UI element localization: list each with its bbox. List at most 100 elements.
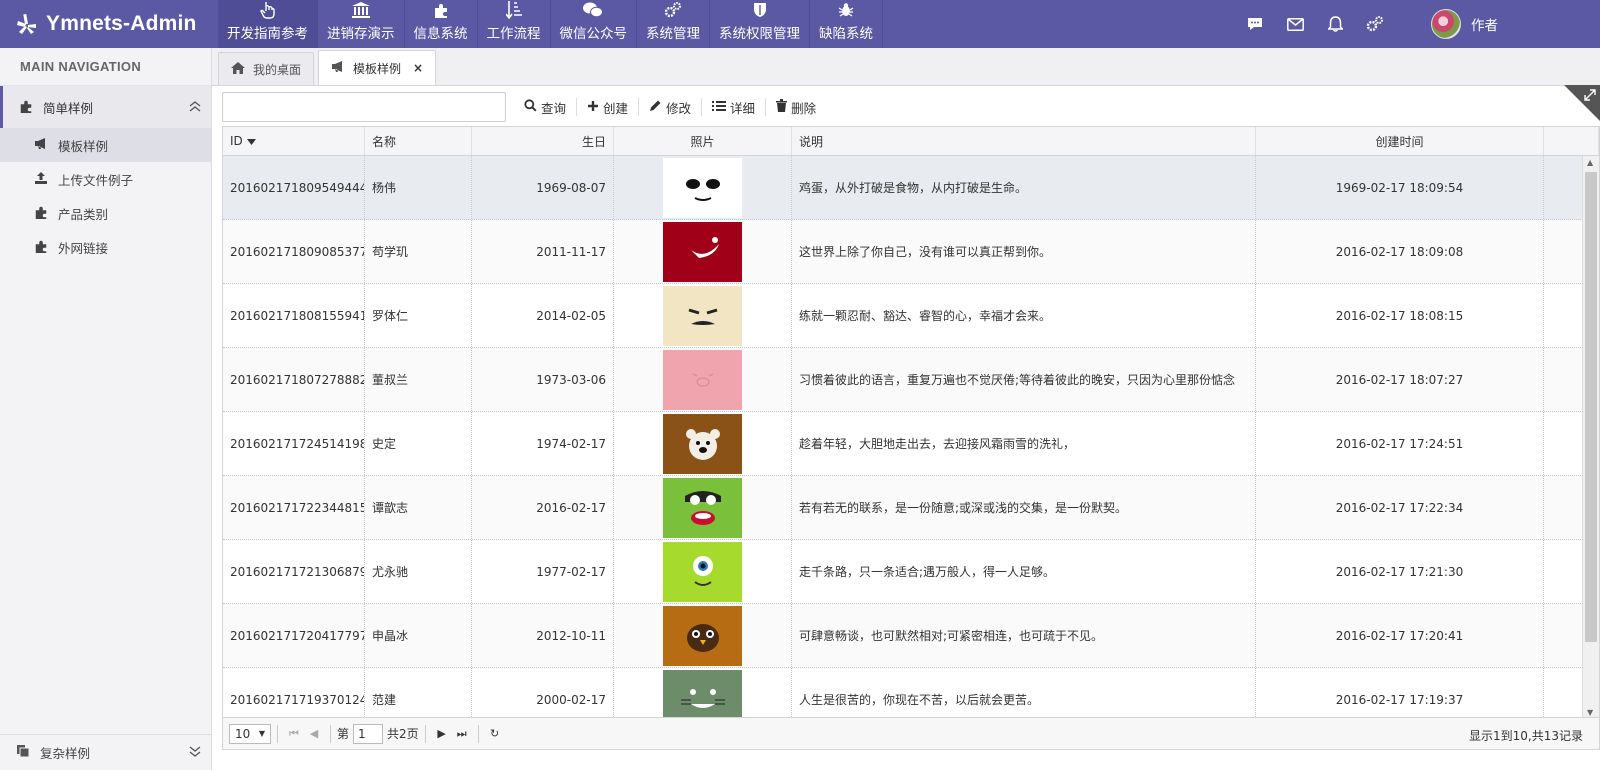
photo-thumbnail[interactable]	[663, 349, 742, 410]
refresh-icon[interactable]: ↻	[485, 727, 505, 740]
puzzle-icon	[19, 99, 33, 116]
topmenu-system-mgmt[interactable]: 系统管理	[637, 0, 710, 48]
column-header-filler	[1544, 127, 1599, 155]
cell-birthday: 1974-02-17	[472, 412, 614, 475]
user-menu[interactable]: 作者	[1431, 9, 1498, 39]
last-page-icon[interactable]: ⏭	[452, 727, 472, 741]
panda-face-icon	[686, 178, 720, 201]
chevron-double-down-icon[interactable]	[189, 746, 201, 761]
column-header-description[interactable]: 说明	[792, 127, 1256, 155]
column-header-id[interactable]: ID	[223, 127, 365, 155]
photo-thumbnail[interactable]	[663, 605, 742, 666]
cell-birthday: 1977-02-17	[472, 540, 614, 603]
divider	[277, 724, 278, 743]
table-row[interactable]: 20160217180815594166罗体仁2014-02-05 练就一颗忍耐、…	[223, 284, 1599, 348]
topmenu-info-system[interactable]: 信息系统	[405, 0, 478, 48]
expand-icon[interactable]	[1584, 89, 1596, 104]
divider	[477, 724, 479, 743]
cell-photo	[614, 604, 792, 667]
column-header-birthday[interactable]: 生日	[472, 127, 614, 155]
gears-icon[interactable]	[1355, 15, 1395, 33]
first-page-icon[interactable]: ⏮	[284, 727, 304, 741]
page-size-select[interactable]: 10 ▼	[229, 723, 271, 744]
cell-created: 2016-02-17 17:22:34	[1256, 476, 1544, 539]
sidebar-item-upload[interactable]: 上传文件例子	[0, 162, 211, 196]
cell-description: 练就一颗忍耐、豁达、睿智的心，幸福才会来。	[792, 284, 1256, 347]
topmenu-dev-guide[interactable]: 开发指南参考	[218, 0, 318, 48]
topmenu-inventory[interactable]: 进销存演示	[318, 0, 405, 48]
table-row[interactable]: 20160217180727888236董叔兰1973-03-06 习惯着彼此的语…	[223, 348, 1599, 412]
photo-thumbnail[interactable]	[663, 669, 742, 717]
table-row[interactable]: 20160217172130687960尤永驰1977-02-17 走千条路，只一…	[223, 540, 1599, 604]
table-row[interactable]: 20160217172451419827史定1974-02-17 趁着年轻，大胆地…	[223, 412, 1599, 476]
edit-button[interactable]: 修改	[639, 98, 703, 116]
bank-icon	[351, 0, 370, 20]
top-navbar: Ymnets-Admin 开发指南参考 进销存演示 信息系统 工作流程 微信公众…	[0, 0, 1600, 48]
cell-id: 20160217180908537731	[223, 220, 365, 283]
detail-button[interactable]: 详细	[702, 98, 767, 116]
search-input[interactable]	[222, 92, 506, 122]
scroll-down-icon[interactable]: ▼	[1587, 708, 1593, 717]
tab-template-sample[interactable]: 模板样例 ×	[318, 50, 437, 85]
table-row[interactable]: 20160217172041779783申晶冰2012-10-11 可肆意畅谈，也…	[223, 604, 1599, 668]
tab-my-desktop[interactable]: 我的桌面	[218, 52, 315, 85]
photo-thumbnail[interactable]	[663, 477, 742, 538]
column-header-photo[interactable]: 照片	[614, 127, 792, 155]
photo-thumbnail[interactable]	[663, 221, 742, 282]
toolbar-buttons: 查询 创建 修改 详细 删除	[514, 98, 826, 116]
column-header-name[interactable]: 名称	[365, 127, 472, 155]
brand[interactable]: Ymnets-Admin	[0, 0, 218, 48]
close-icon[interactable]: ×	[413, 61, 423, 75]
cell-id: 20160217172130687960	[223, 540, 365, 603]
next-page-icon[interactable]: ▶	[432, 727, 452, 740]
topmenu-workflow[interactable]: 工作流程	[478, 0, 551, 48]
cell-created: 2016-02-17 18:07:27	[1256, 348, 1544, 411]
delete-button[interactable]: 删除	[766, 98, 826, 116]
page-number-input[interactable]: 1	[353, 723, 384, 744]
page-prefix: 第	[337, 727, 350, 741]
pig-face-icon	[692, 373, 714, 386]
cell-birthday: 2012-10-11	[472, 604, 614, 667]
table-row[interactable]: 20160217180954944438杨伟1969-08-07 鸡蛋，从外打破是…	[223, 156, 1599, 220]
grid-body: 20160217180954944438杨伟1969-08-07 鸡蛋，从外打破是…	[223, 156, 1599, 717]
bell-icon[interactable]	[1315, 16, 1355, 32]
scroll-up-icon[interactable]: ▲	[1587, 158, 1593, 167]
cell-birthday: 2000-02-17	[472, 668, 614, 717]
avatar	[1431, 9, 1461, 39]
mustache-face-icon	[688, 308, 718, 325]
prev-page-icon[interactable]: ◀	[304, 727, 324, 740]
sidebar-group-simple[interactable]: 简单样例	[0, 86, 211, 128]
plus-icon	[587, 100, 599, 115]
sidebar-item-product-category[interactable]: 产品类别	[0, 196, 211, 230]
cell-description: 走千条路，只一条适合;遇万般人，得一人足够。	[792, 540, 1256, 603]
vertical-scrollbar[interactable]: ▲ ▼	[1582, 156, 1599, 717]
cell-id: 20160217180727888236	[223, 348, 365, 411]
table-row[interactable]: 20160217172234481570谭歆志2016-02-17 若有若无的联系…	[223, 476, 1599, 540]
column-header-created[interactable]: 创建时间	[1256, 127, 1544, 155]
topmenu-wechat[interactable]: 微信公众号	[551, 0, 637, 48]
megaphone-icon	[34, 137, 48, 153]
create-button[interactable]: 创建	[577, 98, 640, 116]
scrollbar-thumb[interactable]	[1585, 172, 1597, 642]
cell-photo	[614, 156, 792, 219]
mail-icon[interactable]	[1275, 17, 1315, 31]
sort-list-icon	[505, 0, 522, 20]
chevron-double-up-icon[interactable]	[189, 100, 201, 115]
table-row[interactable]: 20160217171937012416范建2000-02-17 人生是很苦的，你…	[223, 668, 1599, 717]
chat-icon[interactable]	[1235, 17, 1275, 31]
topmenu-bug-system[interactable]: 缺陷系统	[810, 0, 883, 48]
cell-name: 罗体仁	[365, 284, 472, 347]
sidebar-item-external-link[interactable]: 外网链接	[0, 230, 211, 264]
photo-thumbnail[interactable]	[663, 157, 742, 218]
query-button[interactable]: 查询	[514, 98, 578, 116]
photo-thumbnail[interactable]	[663, 413, 742, 474]
topmenu-permissions[interactable]: 系统权限管理	[710, 0, 810, 48]
photo-thumbnail[interactable]	[663, 541, 742, 602]
cell-photo	[614, 540, 792, 603]
sidebar-item-template[interactable]: 模板样例	[0, 128, 211, 162]
table-row[interactable]: 20160217180908537731苟学玑2011-11-17 这世界上除了你…	[223, 220, 1599, 284]
cell-description: 趁着年轻，大胆地走出去，去迎接风霜雨雪的洗礼，	[792, 412, 1256, 475]
sidebar-group-complex[interactable]: 复杂样例	[0, 734, 211, 770]
pencil-icon	[649, 99, 662, 115]
photo-thumbnail[interactable]	[663, 285, 742, 346]
